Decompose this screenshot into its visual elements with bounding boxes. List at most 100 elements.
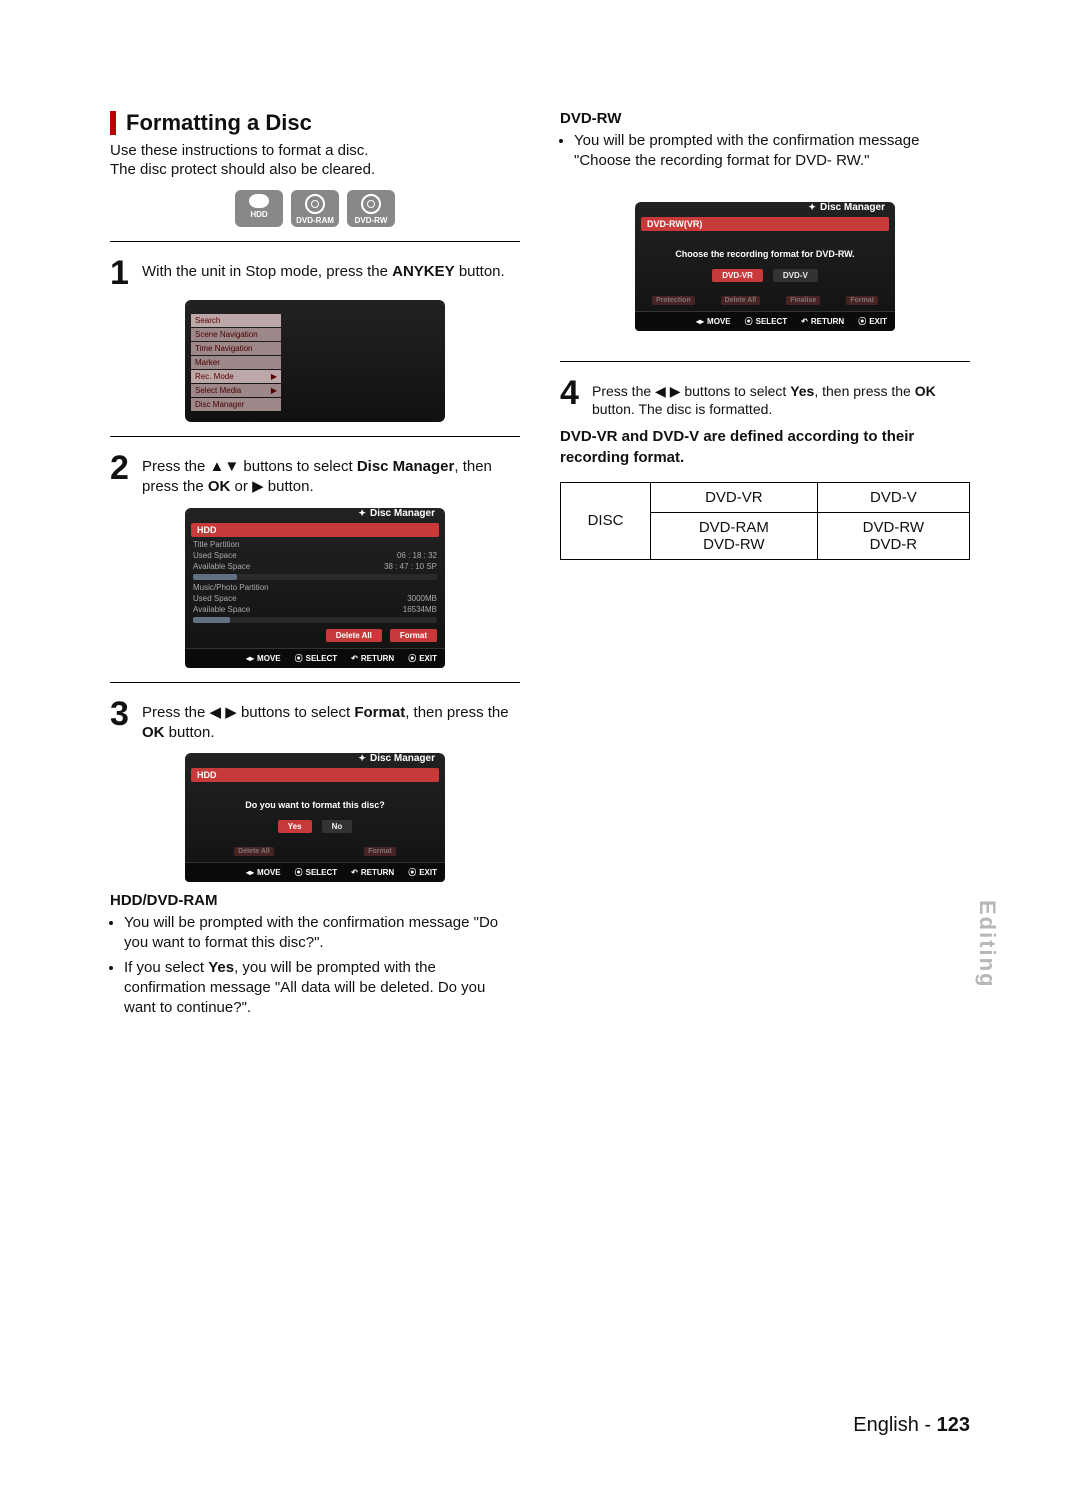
dialog-buttons: Yes No — [185, 820, 445, 833]
menu-item[interactable]: Rec. Mode▶ — [191, 370, 281, 383]
format-button[interactable]: Format — [390, 629, 437, 642]
ghost-button: Format — [364, 847, 396, 856]
step-text: With the unit in Stop mode, press the AN… — [142, 256, 505, 290]
key-label: RETURN — [361, 654, 394, 663]
media-tab[interactable]: HDD — [191, 768, 439, 782]
menu-label: Search — [195, 316, 220, 325]
osd-screenshot-disc-manager: Disc Manager HDD Title Partition Used Sp… — [185, 508, 445, 668]
divider — [560, 361, 970, 362]
chip-label: DVD-RW — [355, 216, 388, 225]
key-name: ANYKEY — [392, 263, 455, 280]
intro-line: Use these instructions to format a disc. — [110, 142, 520, 159]
dialog-message: Do you want to format this disc? — [185, 800, 445, 810]
text-frag: button. — [264, 478, 314, 495]
divider — [110, 436, 520, 437]
step-text: Press the ◀ ▶ buttons to select Format, … — [142, 697, 520, 744]
hdd-icon: HDD — [235, 190, 283, 227]
text-frag: buttons to select — [237, 704, 355, 721]
menu-item[interactable]: Select Media▶ — [191, 384, 281, 397]
intro-line: The disc protect should also be cleared. — [110, 161, 520, 178]
cell-val: DVD-RW — [863, 519, 924, 536]
key-label: EXIT — [869, 317, 887, 326]
heading-accent-bar — [110, 111, 116, 135]
format-note: DVD-VR and DVD-V are defined according t… — [560, 427, 970, 468]
key-label: SELECT — [756, 317, 788, 326]
ok-key: OK — [208, 478, 231, 495]
ghost-button: Format — [846, 296, 878, 305]
divider — [110, 682, 520, 683]
table-cell: DVD-VR — [650, 482, 817, 512]
media-tab[interactable]: DVD-RW(VR) — [641, 217, 889, 231]
table-cell: DVD-RW DVD-R — [817, 512, 969, 559]
text-frag: buttons to select — [239, 458, 357, 475]
osd-panel: Search Scene Navigation Time Navigation … — [185, 300, 445, 422]
arrow-up-down-icon: ▲▼ — [210, 458, 240, 475]
step-1: 1 With the unit in Stop mode, press the … — [110, 256, 520, 290]
exit-icon: ⦿ — [858, 316, 866, 327]
osd-screenshot-choose-format: Disc Manager DVD-RW(VR) Choose the recor… — [635, 202, 895, 331]
footer-lang: English - — [853, 1414, 936, 1436]
key-label: EXIT — [419, 868, 437, 877]
format-table: DISC DVD-VR DVD-V DVD-RAM DVD-RW DVD-RW … — [560, 482, 970, 560]
step-number: 1 — [110, 256, 132, 290]
return-icon: ↶ — [351, 868, 358, 877]
key-label: MOVE — [707, 317, 731, 326]
text-frag: Press the — [592, 383, 655, 399]
key-label: SELECT — [306, 868, 338, 877]
menu-item[interactable]: Search — [191, 314, 281, 327]
return-icon: ↶ — [351, 654, 358, 663]
chevron-right-icon: ▶ — [271, 386, 277, 395]
bullet-item: If you select Yes, you will be prompted … — [124, 958, 520, 1019]
ghost-button: Protection — [652, 296, 695, 305]
key-label: MOVE — [257, 868, 281, 877]
dvd-ram-icon: DVD-RAM — [291, 190, 339, 227]
target-name: Disc Manager — [357, 458, 455, 475]
menu-item[interactable]: Time Navigation — [191, 342, 281, 355]
menu-item[interactable]: Marker — [191, 356, 281, 369]
step-number: 4 — [560, 376, 582, 420]
stat-row: Used Space3000MB — [185, 593, 445, 604]
usage-bar — [193, 617, 437, 623]
stat-row: Available Space16534MB — [185, 604, 445, 615]
no-button[interactable]: No — [322, 820, 353, 833]
usage-fill — [193, 617, 230, 623]
dvd-v-button[interactable]: DVD-V — [773, 269, 818, 282]
usage-bar — [193, 574, 437, 580]
dialog-message: Choose the recording format for DVD-RW. — [635, 249, 895, 259]
section-intro: Use these instructions to format a disc.… — [110, 142, 520, 178]
page-number: 123 — [937, 1414, 970, 1436]
key-guide: ◂▸MOVE ⦿SELECT ↶RETURN ⦿EXIT — [185, 862, 445, 882]
arrow-left-right-icon: ◀ ▶ — [655, 383, 680, 399]
media-tab[interactable]: HDD — [191, 523, 439, 537]
return-icon: ↶ — [801, 317, 808, 326]
text-frag: button. The disc is formatted. — [592, 401, 772, 417]
select-icon: ⦿ — [295, 653, 303, 664]
yes-button[interactable]: Yes — [278, 820, 312, 833]
key-label: RETURN — [361, 868, 394, 877]
cell-val: DVD-R — [870, 536, 918, 553]
dvd-vr-button[interactable]: DVD-VR — [712, 269, 763, 282]
text-frag: Press the — [142, 458, 210, 475]
page-footer: English - 123 — [853, 1414, 970, 1437]
subsection-heading: HDD/DVD-RAM — [110, 892, 520, 909]
disc-shape-icon — [305, 194, 325, 214]
yes-word: Yes — [208, 959, 234, 976]
step-3: 3 Press the ◀ ▶ buttons to select Format… — [110, 697, 520, 744]
context-menu: Search Scene Navigation Time Navigation … — [191, 314, 281, 411]
partition-label: Music/Photo Partition — [185, 582, 445, 593]
select-icon: ⦿ — [295, 867, 303, 878]
menu-label: Marker — [195, 358, 220, 367]
delete-all-button[interactable]: Delete All — [326, 629, 382, 642]
menu-item[interactable]: Scene Navigation — [191, 328, 281, 341]
row-label: DISC — [561, 482, 651, 559]
ghost-button: Delete All — [234, 847, 274, 856]
arrow-left-right-icon: ◀ ▶ — [210, 704, 237, 721]
menu-item[interactable]: Disc Manager — [191, 398, 281, 411]
osd-title: Disc Manager — [185, 753, 445, 764]
move-icon: ◂▸ — [246, 868, 254, 877]
left-column: Formatting a Disc Use these instructions… — [110, 110, 520, 1022]
stat-row: Used Space06 : 18 : 32 — [185, 550, 445, 561]
step-2: 2 Press the ▲▼ buttons to select Disc Ma… — [110, 451, 520, 498]
page: Formatting a Disc Use these instructions… — [0, 0, 1080, 1487]
divider — [110, 241, 520, 242]
